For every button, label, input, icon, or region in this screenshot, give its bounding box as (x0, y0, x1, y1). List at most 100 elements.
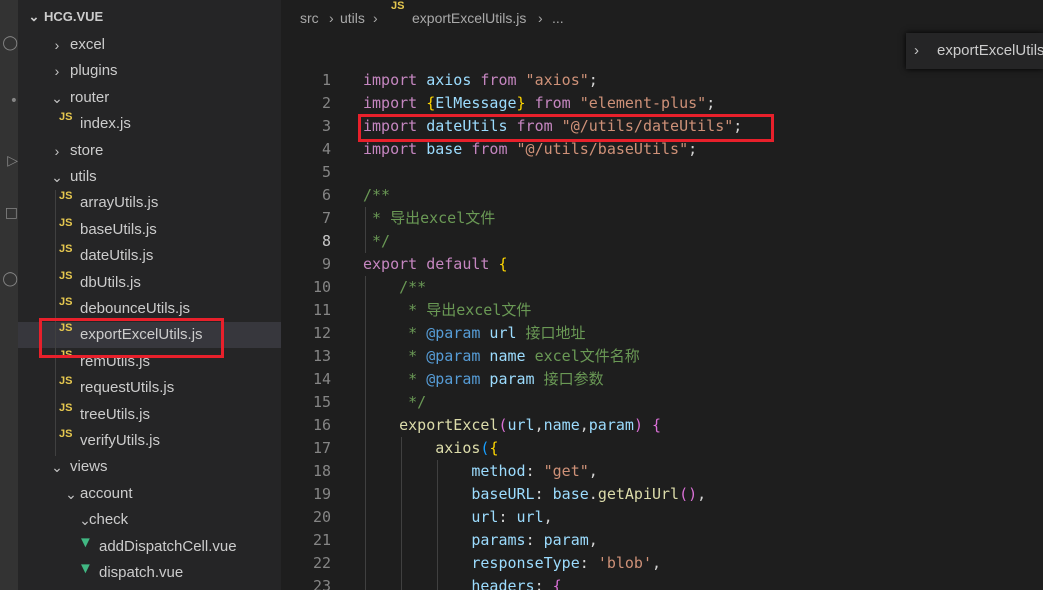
tree-item-dateutils-js[interactable]: JS dateUtils.js (18, 243, 281, 269)
tree-item-label: index.js (80, 115, 131, 133)
tree-item-label: requestUtils.js (80, 379, 175, 397)
tree-item-label: store (70, 141, 104, 159)
code-line-10: 10 /** (312, 278, 427, 296)
tree-item-label: views (70, 458, 108, 476)
breadcrumb-file[interactable]: exportExcelUtils.js (412, 0, 526, 36)
vue-file-icon: ▼ (78, 560, 93, 577)
js-file-icon: JS (59, 216, 73, 229)
activity-bar: ◯ • ▷ □ ◯ (0, 0, 18, 590)
js-file-icon: JS (391, 0, 405, 12)
code-line-11: 11 * 导出excel文件 (312, 301, 532, 319)
code-line-22: 22 responseType: 'blob', (312, 554, 662, 572)
code-line-5: 5 (321, 163, 331, 181)
js-file-icon: JS (59, 190, 73, 203)
sticky-scroll-label: exportExcelUtils (937, 42, 1043, 59)
tree-item-requestutils-js[interactable]: JS requestUtils.js (18, 375, 281, 401)
chevron-right-icon: › (54, 63, 60, 80)
tree-item-baseutils-js[interactable]: JS baseUtils.js (18, 217, 281, 243)
code-line-12: 12 * @param url 接口地址 (312, 324, 586, 342)
tree-item-label: plugins (70, 62, 118, 80)
tree-item-index-js[interactable]: JS index.js (18, 111, 281, 137)
tree-item-treeutils-js[interactable]: JS treeUtils.js (18, 402, 281, 428)
code-line-9: 9 export default { (321, 255, 508, 273)
tree-item-views[interactable]: ⌄ views (18, 454, 281, 480)
tree-item-account[interactable]: ⌄ account (18, 481, 281, 507)
sticky-scroll-widget[interactable]: › exportExcelUtils (906, 33, 1043, 69)
chevron-right-icon: › (54, 142, 60, 159)
code-line-17: 17 axios({ (312, 439, 499, 457)
remote-icon[interactable]: ◯ (0, 264, 18, 294)
breadcrumb: src › utils › JS exportExcelUtils.js › .… (281, 0, 1043, 36)
tree-item-excel[interactable]: › excel (18, 32, 281, 58)
tree-item-label: dbUtils.js (80, 273, 141, 291)
tree-item-label: dispatch.vue (99, 564, 184, 581)
editor-pane: src › utils › JS exportExcelUtils.js › .… (281, 0, 1043, 590)
breadcrumb-separator-1: › (329, 10, 334, 26)
code-line-1: 1 import axios from "axios"; (321, 71, 598, 89)
explorer-root-title: HCG.VUE (44, 9, 104, 24)
js-file-icon: JS (59, 243, 73, 256)
chevron-down-icon: ⌄ (65, 485, 77, 502)
explorer-root-header[interactable]: ⌄ HCG.VUE (18, 4, 281, 30)
explorer-sidebar: ⌄ HCG.VUE › excel › plugins ⌄ router JS index.j… (18, 0, 281, 590)
breadcrumb-separator-2: › (373, 10, 378, 26)
chevron-down-icon: ⌄ (51, 89, 63, 106)
tree-item-plugins[interactable]: › plugins (18, 58, 281, 84)
tree-item-store[interactable]: › store (18, 138, 281, 164)
code-line-21: 21 params: param, (312, 531, 598, 549)
code-line-6: 6/** (321, 186, 391, 204)
tree-item-arrayutils-js[interactable]: JS arrayUtils.js (18, 190, 281, 216)
tree-item-label: utils (70, 168, 97, 185)
search-icon[interactable]: ◯ (0, 28, 18, 58)
code-line-20: 20 url: url, (312, 508, 553, 526)
tree-item-label: arrayUtils.js (80, 194, 159, 212)
run-debug-icon[interactable]: ▷ (0, 146, 18, 176)
tree-item-router[interactable]: ⌄ router (18, 85, 281, 111)
chevron-down-icon: ⌄ (51, 169, 63, 185)
red-highlight-box-file (39, 318, 224, 358)
js-file-icon: JS (59, 111, 73, 124)
code-line-8: 8 */ (321, 232, 391, 250)
source-control-icon[interactable]: • (0, 86, 18, 116)
tree-item-verifyutils-js[interactable]: JS verifyUtils.js (18, 428, 281, 454)
tree-item-label: excel (70, 36, 106, 53)
chevron-right-icon: › (914, 42, 919, 59)
tree-item-utils[interactable]: ⌄ utils (18, 164, 281, 190)
code-line-13: 13 * @param name excel文件名称 (312, 347, 640, 365)
tree-item-label: account (80, 484, 133, 502)
tree-item-adddispatchcell-vue[interactable]: ▼ addDispatchCell.vue (18, 534, 281, 560)
red-highlight-box-import (358, 114, 774, 142)
tree-item-label: treeUtils.js (80, 405, 151, 423)
tree-item-label: verifyUtils.js (80, 432, 161, 449)
chevron-down-icon: ⌄ (51, 459, 63, 476)
tree-item-dbutils-js[interactable]: JS dbUtils.js (18, 270, 281, 296)
chevron-right-icon: › (54, 37, 60, 53)
js-file-icon: JS (59, 375, 73, 388)
code-line-18: 18 method: "get", (312, 462, 598, 480)
vue-file-icon: ▼ (78, 533, 93, 551)
code-line-23: 23 headers: { (312, 577, 562, 590)
tree-item-label: check (89, 511, 129, 529)
js-file-icon: JS (59, 269, 73, 282)
extensions-icon[interactable]: □ (0, 198, 18, 228)
tree-item-label: dateUtils.js (80, 247, 154, 265)
code-line-2: 2 import {ElMessage} from "element-plus"; (321, 94, 716, 112)
code-line-16: 16 exportExcel(url,name,param) { (312, 416, 662, 434)
tree-item-label: addDispatchCell.vue (99, 537, 237, 555)
js-file-icon: JS (59, 428, 73, 440)
chevron-down-icon: ⌄ (28, 9, 40, 24)
js-file-icon: JS (59, 401, 73, 414)
code-line-14: 14 * @param param 接口参数 (312, 370, 604, 388)
code-line-19: 19 baseURL: base.getApiUrl(), (312, 485, 707, 503)
breadcrumb-src[interactable]: src (300, 0, 319, 36)
breadcrumb-separator-3: › (538, 10, 543, 26)
breadcrumb-more[interactable]: ... (552, 0, 564, 36)
tree-item-check[interactable]: ⌄ check (18, 507, 281, 533)
tree-item-dispatch-vue[interactable]: ▼ dispatch.vue (18, 560, 281, 586)
code-line-7: 7 * 导出excel文件 (321, 209, 496, 227)
breadcrumb-utils[interactable]: utils (340, 0, 365, 36)
tree-item-label: baseUtils.js (80, 220, 157, 238)
js-file-icon: JS (59, 296, 73, 308)
tree-item-label: router (70, 88, 110, 106)
code-line-15: 15 */ (312, 393, 427, 411)
